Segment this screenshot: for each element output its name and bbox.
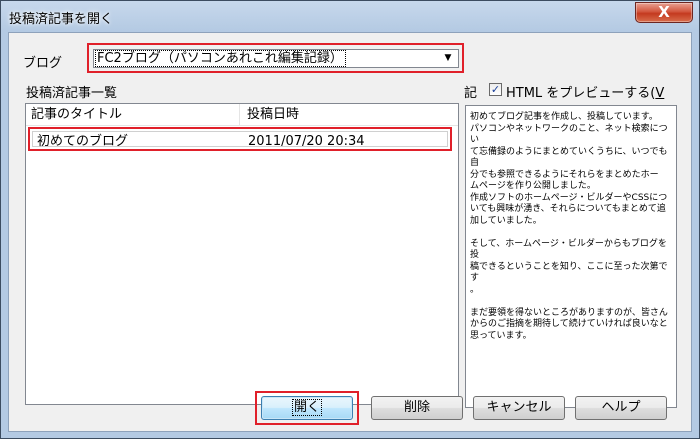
checkbox-label-main: HTML をプレビューする( [506,86,656,101]
column-header-date[interactable]: 投稿日時 [240,104,458,126]
open-button-highlight: 開く [255,391,359,425]
chevron-down-icon[interactable]: ▼ [441,50,455,67]
open-button-label: 開く [291,399,323,416]
open-button[interactable]: 開く [261,396,353,420]
column-header-title[interactable]: 記事のタイトル [26,104,240,126]
help-button[interactable]: ヘルプ [575,396,667,420]
selected-row-highlight: 初めてのブログ 2011/07/20 20:34 [28,127,452,151]
preview-caption: 記 [464,86,478,101]
cancel-button[interactable]: キャンセル [473,396,565,420]
html-preview-checkbox[interactable]: ✓ [489,83,502,96]
blog-select[interactable]: FC2ブログ（パソコンあれこれ編集記録） ▼ [93,49,459,68]
blog-label: ブログ [23,56,63,71]
dialog-body: ブログ FC2ブログ（パソコンあれこれ編集記録） ▼ 投稿済記事一覧 記事のタイ… [8,32,692,432]
window-title: 投稿済記事を開く [9,12,114,27]
blog-select-highlight: FC2ブログ（パソコンあれこれ編集記録） ▼ [87,43,464,73]
html-preview-checkbox-label[interactable]: HTML をプレビューする(V [506,82,664,101]
delete-button[interactable]: 削除 [371,396,463,420]
posts-list-header: 記事のタイトル 投稿日時 [26,104,458,126]
open-posted-article-dialog: 投稿済記事を開く X ブログ FC2ブログ（パソコンあれこれ編集記録） ▼ 投稿… [0,0,700,439]
row-title: 初めてのブログ [37,134,129,149]
row-date: 2011/07/20 20:34 [248,134,365,149]
preview-text: 初めてブログ記事を作成し、投稿しています。 パソコンやネットワークのこと、ネット… [470,112,668,341]
posts-list[interactable]: 記事のタイトル 投稿日時 初めてのブログ 2011/07/20 20:34 [25,103,459,405]
title-bar[interactable]: 投稿済記事を開く X [1,1,699,32]
close-button[interactable]: X [635,2,693,23]
posts-list-caption: 投稿済記事一覧 [26,86,118,101]
checkbox-label-accesskey: V [655,86,665,101]
preview-pane[interactable]: 初めてブログ記事を作成し、投稿しています。 パソコンやネットワークのこと、ネット… [465,105,677,408]
blog-select-value: FC2ブログ（パソコンあれこれ編集記録） [95,50,346,67]
table-row[interactable]: 初めてのブログ 2011/07/20 20:34 [32,131,448,149]
